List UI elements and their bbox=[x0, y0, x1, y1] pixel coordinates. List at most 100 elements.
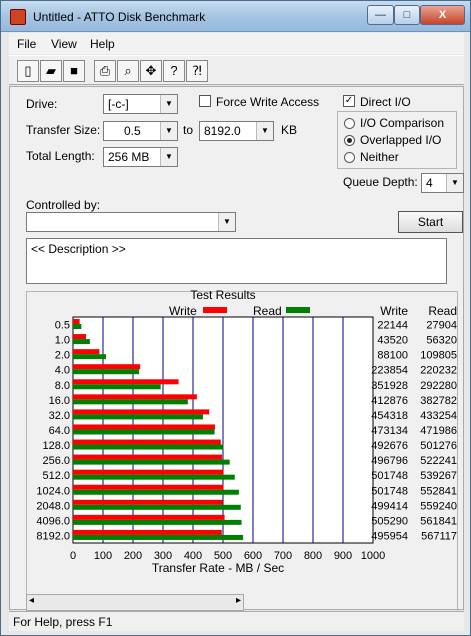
bar-write bbox=[73, 454, 223, 460]
bar-write bbox=[73, 319, 80, 324]
y-tick-label: 1024.0 bbox=[36, 485, 70, 497]
title-bar[interactable]: Untitled - ATTO Disk Benchmark — □ X bbox=[1, 1, 470, 32]
maximize-button[interactable]: □ bbox=[394, 5, 420, 25]
y-tick-label: 256.0 bbox=[42, 455, 70, 467]
menu-view[interactable]: View bbox=[51, 37, 77, 51]
status-bar: For Help, press F1 bbox=[9, 611, 464, 631]
close-button[interactable]: X bbox=[420, 5, 465, 25]
menu-help[interactable]: Help bbox=[90, 37, 115, 51]
write-value: 501748 bbox=[371, 485, 408, 497]
minimize-button[interactable]: — bbox=[367, 5, 394, 25]
direct-io-checkbox[interactable]: ✓ bbox=[343, 95, 355, 107]
bar-write bbox=[73, 499, 223, 505]
y-tick-label: 1.0 bbox=[55, 335, 70, 347]
chevron-down-icon[interactable]: ▼ bbox=[160, 148, 177, 166]
chevron-down-icon[interactable]: ▼ bbox=[160, 122, 177, 140]
y-tick-label: 4096.0 bbox=[36, 515, 70, 527]
bar-write bbox=[73, 469, 224, 475]
read-value: 292280 bbox=[420, 380, 457, 392]
force-write-checkbox[interactable] bbox=[199, 95, 211, 107]
bar-read bbox=[73, 444, 224, 450]
bar-read bbox=[73, 384, 161, 390]
y-tick-label: 16.0 bbox=[49, 395, 70, 407]
bar-write bbox=[73, 334, 87, 340]
bar-read bbox=[73, 354, 106, 360]
start-button[interactable]: Start bbox=[398, 211, 463, 233]
help-icon[interactable]: ? bbox=[163, 60, 185, 82]
drive-label: Drive: bbox=[26, 97, 58, 111]
read-value: 109805 bbox=[420, 350, 457, 362]
bar-read bbox=[73, 414, 203, 420]
transfer-to-value: 8192.0 bbox=[204, 124, 241, 138]
read-value: 522241 bbox=[420, 455, 457, 467]
y-tick-label: 2.0 bbox=[55, 350, 70, 362]
read-value: 471986 bbox=[420, 425, 457, 437]
print-preview-icon[interactable]: ⌕ bbox=[117, 60, 139, 82]
queue-depth-select[interactable]: 4 ▼ bbox=[421, 173, 464, 193]
read-value: 559240 bbox=[420, 500, 457, 512]
description-field[interactable]: << Description >> bbox=[26, 238, 447, 284]
force-write-label: Force Write Access bbox=[216, 95, 320, 109]
controlled-by-label: Controlled by: bbox=[26, 198, 101, 212]
bar-read bbox=[73, 399, 188, 405]
write-value: 454318 bbox=[371, 410, 408, 422]
transfer-from-value: 0.5 bbox=[124, 124, 141, 138]
y-tick-label: 64.0 bbox=[49, 425, 70, 437]
read-value: 552841 bbox=[420, 485, 457, 497]
radio-io-comparison[interactable] bbox=[344, 118, 355, 129]
bar-write bbox=[73, 349, 100, 355]
horizontal-scrollbar[interactable]: ◂ ▸ bbox=[26, 594, 244, 611]
y-tick-label: 8.0 bbox=[55, 380, 70, 392]
queue-depth-label: Queue Depth: bbox=[343, 175, 418, 189]
io-comparison-label: I/O Comparison bbox=[360, 116, 445, 130]
context-help-icon[interactable]: ⁈ bbox=[186, 60, 208, 82]
chevron-down-icon[interactable]: ▼ bbox=[218, 213, 235, 231]
bar-read bbox=[73, 489, 239, 495]
bar-write bbox=[73, 409, 210, 415]
total-length-value: 256 MB bbox=[108, 150, 150, 164]
app-icon bbox=[10, 9, 26, 25]
read-value: 220232 bbox=[420, 365, 457, 377]
x-tick-label: 900 bbox=[334, 550, 352, 562]
read-value: 501276 bbox=[420, 440, 457, 452]
chart-title: Test Results bbox=[190, 288, 255, 302]
controlled-by-select[interactable]: ▼ bbox=[26, 212, 236, 232]
radio-neither[interactable] bbox=[344, 152, 355, 163]
write-value: 496796 bbox=[371, 455, 408, 467]
transfer-size-from-select[interactable]: 0.5 ▼ bbox=[103, 121, 178, 141]
y-tick-label: 512.0 bbox=[42, 470, 70, 482]
total-length-select[interactable]: 256 MB ▼ bbox=[103, 147, 178, 167]
main-panel: Drive: [-c-] ▼ Force Write Access Transf… bbox=[9, 86, 464, 625]
drive-select[interactable]: [-c-] ▼ bbox=[103, 94, 178, 114]
status-text: For Help, press F1 bbox=[13, 615, 113, 629]
bar-read bbox=[73, 504, 241, 510]
bar-read bbox=[73, 429, 215, 435]
scroll-right-icon[interactable]: ▸ bbox=[236, 595, 241, 606]
toolbar: ▯ ▰ ■ ⎙ ⌕ ✥ ? ⁈ bbox=[9, 55, 464, 85]
chevron-down-icon[interactable]: ▼ bbox=[256, 122, 273, 140]
move-icon[interactable]: ✥ bbox=[140, 60, 162, 82]
radio-overlapped-io[interactable] bbox=[344, 135, 355, 146]
bar-write bbox=[73, 424, 215, 430]
x-tick-label: 800 bbox=[304, 550, 322, 562]
write-value: 412876 bbox=[371, 395, 408, 407]
chevron-down-icon[interactable]: ▼ bbox=[446, 174, 463, 192]
save-icon[interactable]: ■ bbox=[63, 60, 85, 82]
write-value: 43520 bbox=[377, 335, 408, 347]
scroll-left-icon[interactable]: ◂ bbox=[29, 595, 34, 606]
transfer-size-to-select[interactable]: 8192.0 ▼ bbox=[199, 121, 274, 141]
print-icon[interactable]: ⎙ bbox=[94, 60, 116, 82]
test-results-chart: Test ResultsWrite Read0 100 200 300 400 500 600… bbox=[36, 288, 457, 575]
menu-bar: File View Help bbox=[9, 33, 464, 54]
x-tick-label: 100 bbox=[94, 550, 112, 562]
write-value: 223854 bbox=[371, 365, 408, 377]
y-tick-label: 2048.0 bbox=[36, 500, 70, 512]
legend-write-label: Write bbox=[169, 304, 197, 318]
y-tick-label: 128.0 bbox=[42, 440, 70, 452]
open-icon[interactable]: ▰ bbox=[40, 60, 62, 82]
new-icon[interactable]: ▯ bbox=[17, 60, 39, 82]
write-value: 88100 bbox=[377, 350, 408, 362]
menu-file[interactable]: File bbox=[17, 37, 36, 51]
chevron-down-icon[interactable]: ▼ bbox=[160, 95, 177, 113]
write-value: 22144 bbox=[377, 320, 408, 332]
